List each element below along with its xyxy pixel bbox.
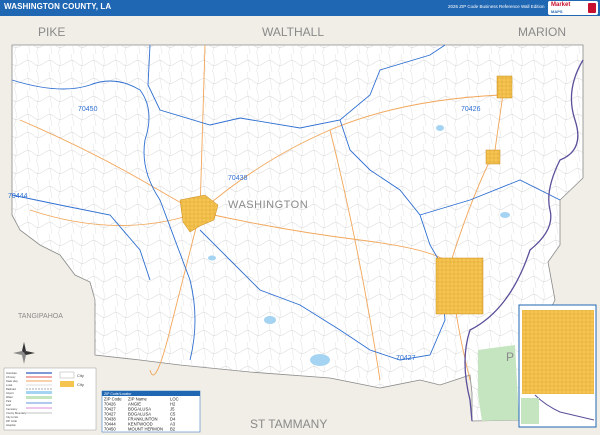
legend-row-10: County Boundary — [6, 411, 27, 415]
legend-symbol-city-1: City — [77, 373, 84, 378]
map-frame: WASHINGTON COUNTY, LA 2026 ZIP Code Busi… — [0, 0, 600, 435]
legend-row-0: Interstate — [6, 371, 17, 375]
neighbor-label-st-tammany: ST TAMMANY — [250, 417, 327, 431]
zip-index-cell: 70450 — [104, 427, 116, 432]
legend-row-7: Park — [6, 399, 12, 403]
legend-row-9: Cemetery — [6, 407, 18, 411]
angie-city[interactable] — [496, 75, 513, 99]
neighbor-label-walthall: WALTHALL — [262, 25, 324, 39]
zip-index-table: ZIP Code/Locator ZIP Code ZIP Name LOC 7… — [101, 390, 201, 433]
zip-index-cell: B2 — [170, 427, 176, 432]
zip-label-70438: 70438 — [228, 175, 248, 182]
legend-row-3: Local — [6, 383, 13, 387]
zip-index-title: ZIP Code/Locator — [104, 392, 132, 396]
zip-label-70426: 70426 — [461, 106, 481, 113]
legend-row-8: Golf — [6, 403, 11, 407]
legend-symbol-city-2: City — [77, 382, 84, 387]
legend-row-12: ZIP Code — [6, 419, 17, 423]
neighbor-label-marion: MARION — [518, 25, 566, 39]
neighbor-label-pike: PIKE — [38, 25, 65, 39]
zip-label-70427: 70427 — [396, 355, 416, 362]
map-canvas[interactable]: PIKE WALTHALL MARION TANGIPAHOA ST TAMMA… — [0, 0, 600, 435]
bogalusa-inset[interactable] — [518, 304, 597, 428]
neighbor-label-tangipahoa: TANGIPAHOA — [18, 313, 63, 320]
legend-row-13: Hospital — [6, 423, 16, 427]
bogalusa-city[interactable] — [435, 257, 484, 315]
legend-row-1: US Hwy — [6, 375, 16, 379]
county-label: WASHINGTON — [228, 199, 308, 211]
neighbor-label-east: P — [506, 350, 514, 364]
legend-row-4: Railroad — [6, 387, 16, 391]
zip-index-cell: MOUNT HERMON — [128, 427, 163, 432]
legend-row-2: State Hwy — [6, 379, 19, 383]
legend-row-6: Water — [6, 395, 13, 399]
zip-label-70450: 70450 — [78, 106, 98, 113]
legend-row-11: City Limits — [6, 415, 19, 419]
legend-row-5: Airport — [6, 391, 14, 395]
zip-label-70444: 70444 — [8, 193, 28, 200]
varnado-city[interactable] — [485, 149, 501, 165]
